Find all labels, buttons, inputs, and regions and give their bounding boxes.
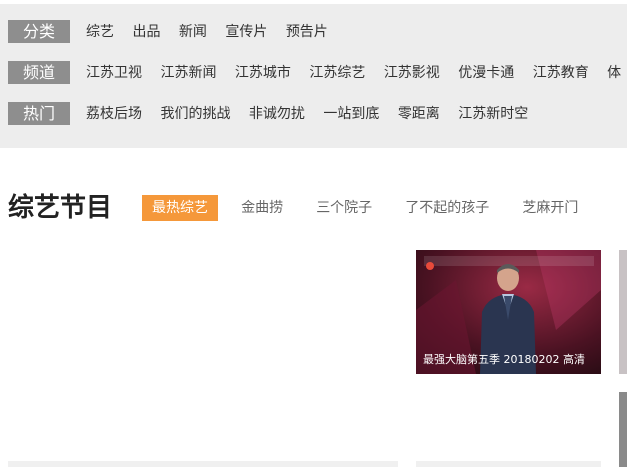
filter-link[interactable]: 体: [607, 65, 621, 81]
filter-tag-hot: 热门: [8, 102, 70, 125]
filter-tag-category: 分类: [8, 20, 70, 43]
filter-link[interactable]: 综艺: [86, 24, 114, 40]
partial-card[interactable]: [619, 392, 627, 467]
filter-link[interactable]: 优漫卡通: [458, 65, 514, 81]
tab-open-sesame[interactable]: 芝麻开门: [512, 195, 588, 221]
tab-hot-variety[interactable]: 最热综艺: [142, 195, 218, 221]
filter-link[interactable]: 江苏城市: [235, 65, 291, 81]
card-placeholder: [416, 461, 601, 467]
filter-link[interactable]: 江苏新闻: [160, 65, 216, 81]
partial-card[interactable]: [619, 250, 627, 374]
filter-links-hot: 荔枝后场 我们的挑战 非诚勿扰 一站到底 零距离 江苏新时空: [86, 100, 542, 128]
filter-link[interactable]: 我们的挑战: [160, 106, 230, 122]
filter-link[interactable]: 江苏卫视: [86, 65, 142, 81]
video-card[interactable]: 最强大脑第五季 20180202 高清: [416, 250, 601, 374]
tab-jinquilao[interactable]: 金曲捞: [231, 195, 293, 221]
filter-row-channel: 频道 江苏卫视 江苏新闻 江苏城市 江苏综艺 江苏影视 优漫卡通 江苏教育 体: [0, 59, 627, 87]
filter-link[interactable]: 江苏影视: [384, 65, 440, 81]
filter-link[interactable]: 非诚勿扰: [249, 106, 305, 122]
filter-link[interactable]: 新闻: [179, 24, 207, 40]
filter-row-hot: 热门 荔枝后场 我们的挑战 非诚勿扰 一站到底 零距离 江苏新时空: [0, 100, 627, 128]
video-caption: 最强大脑第五季 20180202 高清: [423, 353, 585, 366]
card-placeholder: [8, 461, 398, 467]
tab-three-yards[interactable]: 三个院子: [306, 195, 382, 221]
filter-link[interactable]: 零距离: [398, 106, 440, 122]
filter-link[interactable]: 江苏新时空: [458, 106, 528, 122]
filter-link[interactable]: 江苏教育: [533, 65, 589, 81]
tab-amazing-kids[interactable]: 了不起的孩子: [395, 195, 499, 221]
filter-links-channel: 江苏卫视 江苏新闻 江苏城市 江苏综艺 江苏影视 优漫卡通 江苏教育 体: [86, 59, 627, 87]
filter-link[interactable]: 宣传片: [225, 24, 267, 40]
filter-link[interactable]: 一站到底: [323, 106, 379, 122]
filter-links-category: 综艺 出品 新闻 宣传片 预告片: [86, 18, 342, 46]
section-title: 综艺节目: [8, 193, 113, 223]
section-header: 综艺节目 最热综艺 金曲捞 三个院子 了不起的孩子 芝麻开门: [0, 188, 627, 228]
filter-link[interactable]: 预告片: [286, 24, 328, 40]
filter-row-category: 分类 综艺 出品 新闻 宣传片 预告片: [0, 18, 627, 46]
filter-link[interactable]: 出品: [132, 24, 160, 40]
section-tabs: 最热综艺 金曲捞 三个院子 了不起的孩子 芝麻开门: [142, 195, 596, 221]
filter-link[interactable]: 荔枝后场: [86, 106, 142, 122]
filter-tag-channel: 频道: [8, 61, 70, 84]
filter-link[interactable]: 江苏综艺: [309, 65, 365, 81]
filter-panel: 分类 综艺 出品 新闻 宣传片 预告片 频道 江苏卫视 江苏新闻 江苏城市 江苏…: [0, 4, 627, 148]
